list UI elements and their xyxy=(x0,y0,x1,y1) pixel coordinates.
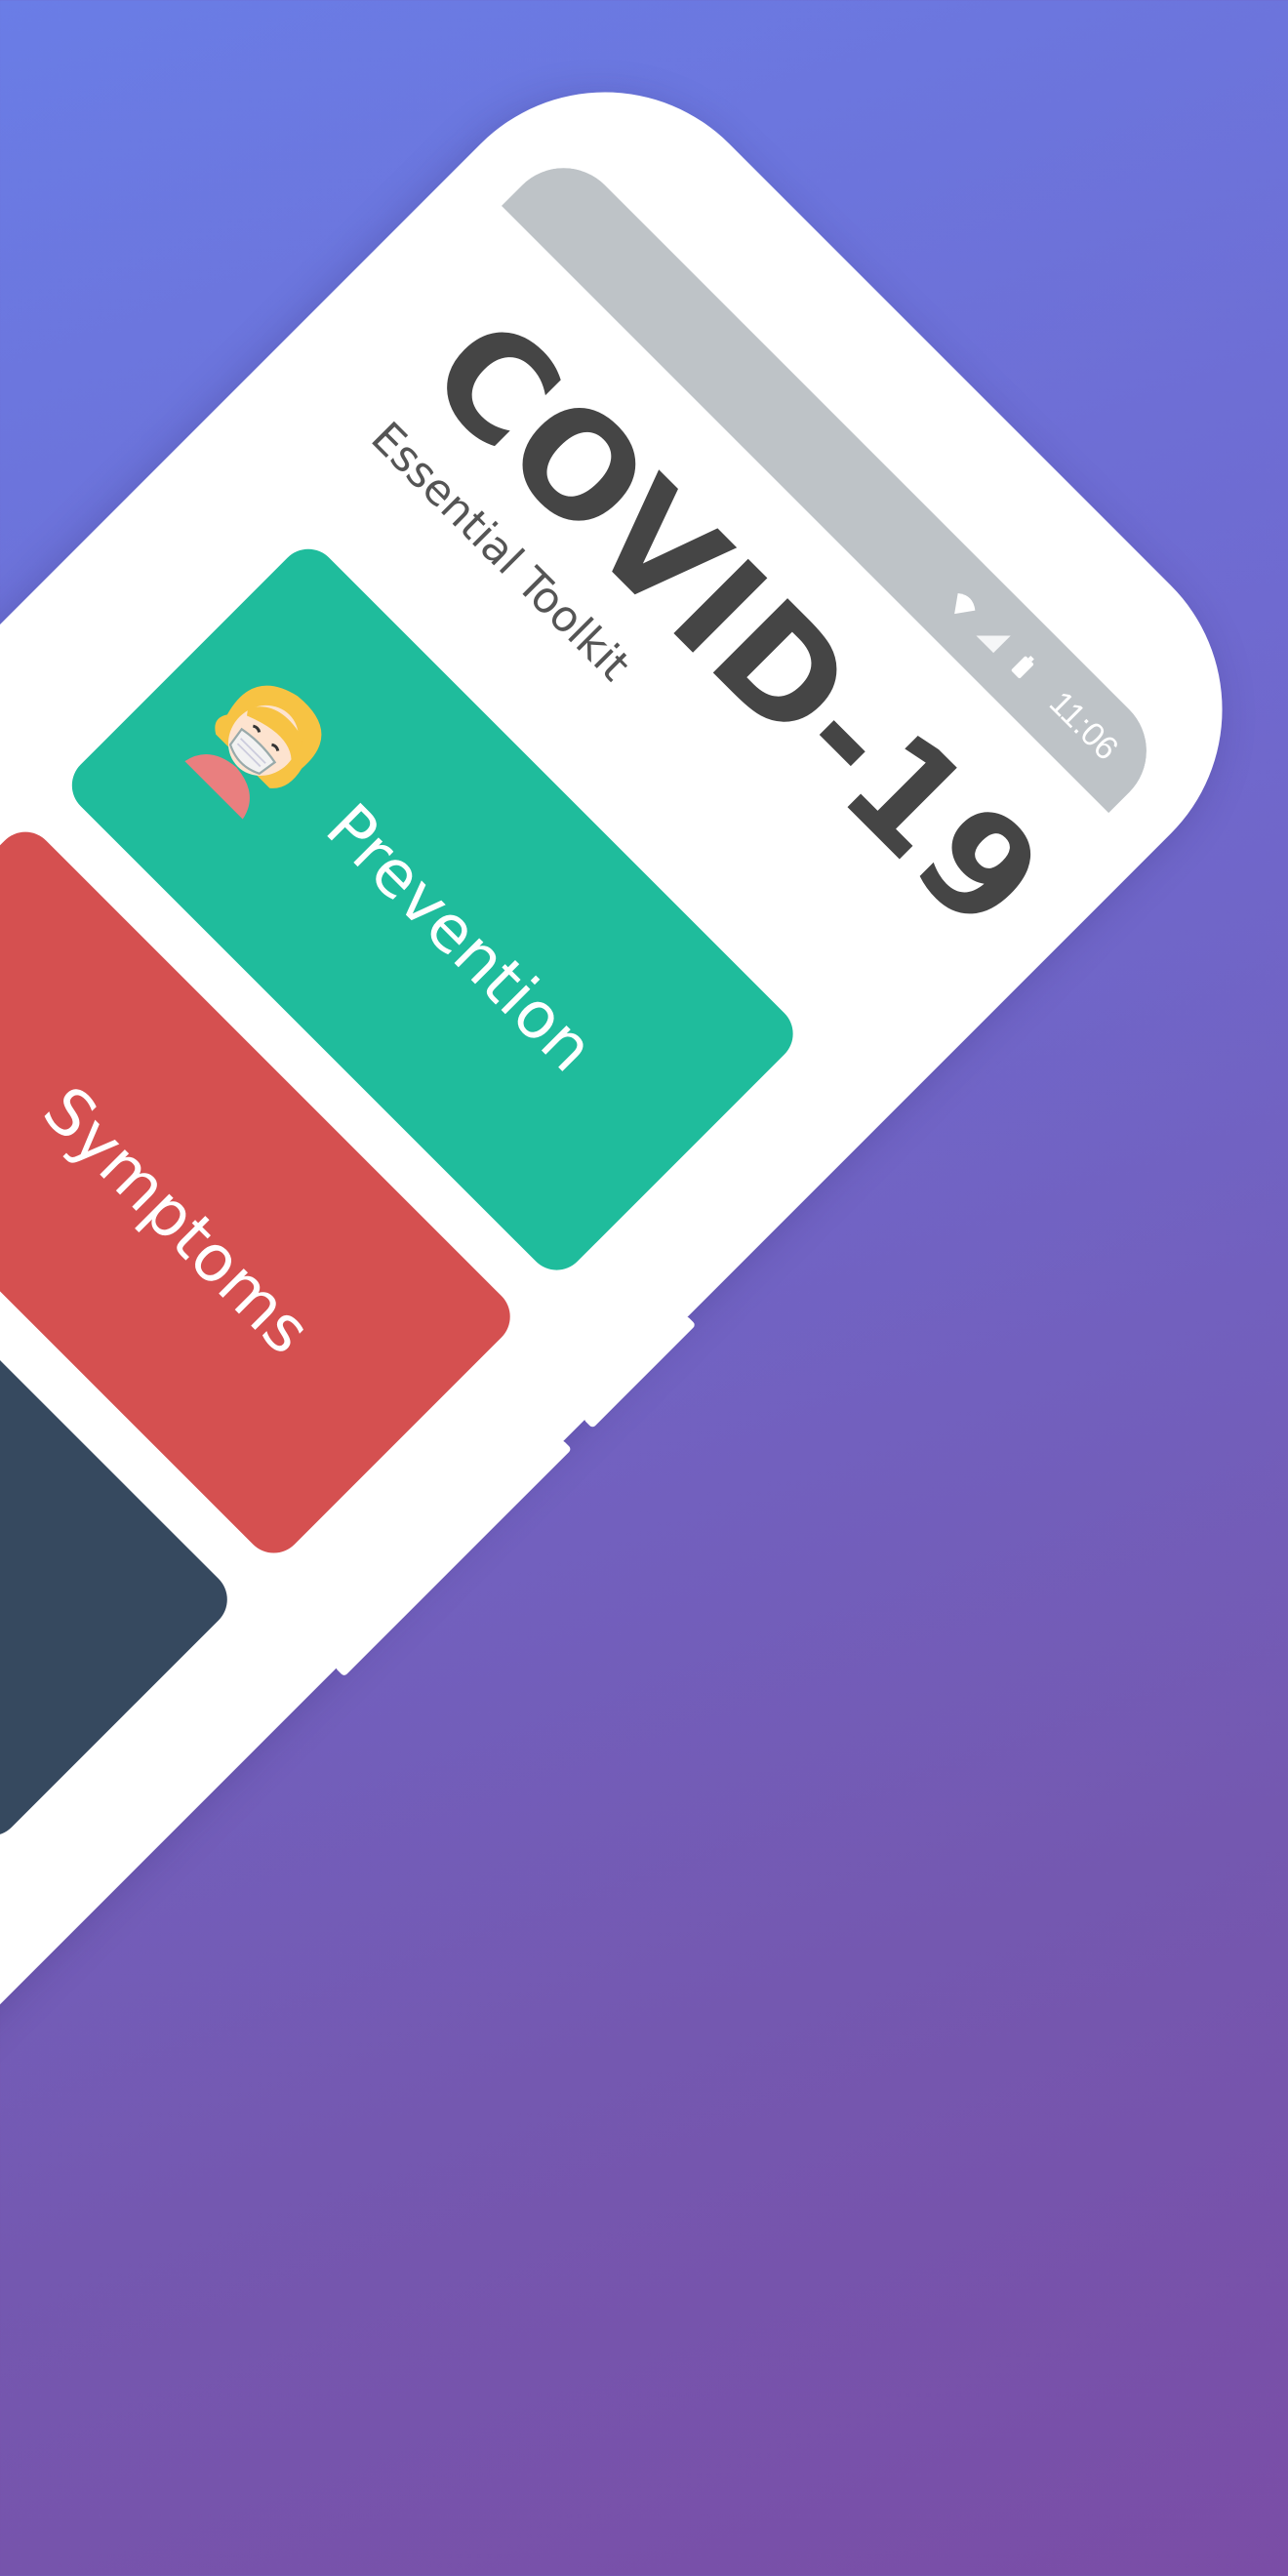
phone-screen: 11:06 COVID-19 Essential Toolkit Prevent… xyxy=(0,143,1171,2214)
status-time: 11:06 xyxy=(1042,683,1126,768)
masked-person-icon xyxy=(184,685,322,820)
wifi-icon xyxy=(954,593,976,615)
signal-icon xyxy=(976,635,1012,654)
battery-icon xyxy=(1012,656,1035,679)
prevention-label: Prevention xyxy=(311,788,609,1086)
symptoms-label: Symptoms xyxy=(28,1071,326,1369)
phone-side-button xyxy=(583,1314,697,1429)
phone-frame: 11:06 COVID-19 Essential Toolkit Prevent… xyxy=(0,20,1288,2297)
